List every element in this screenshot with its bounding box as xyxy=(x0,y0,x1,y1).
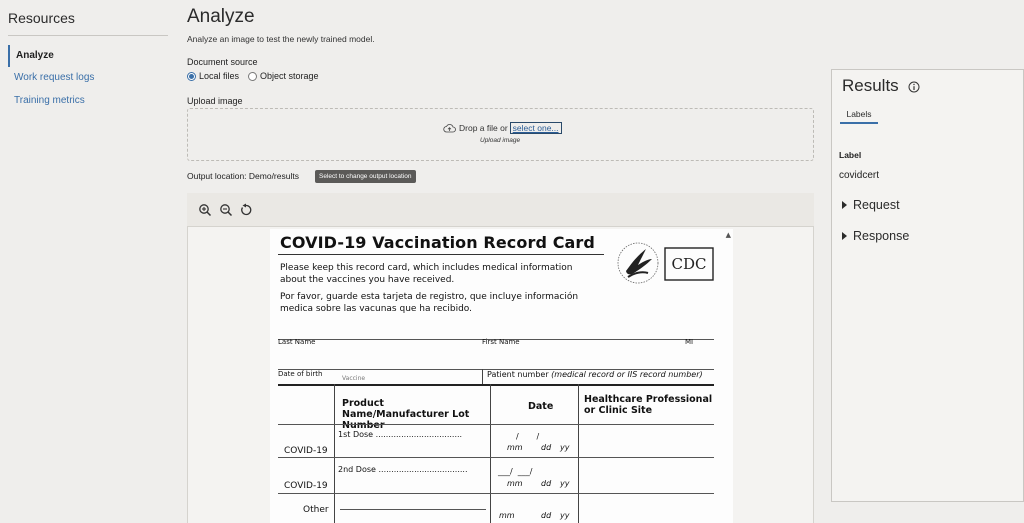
patient-number-text: Patient number xyxy=(487,370,549,379)
vaccine-column-header: Vaccine xyxy=(342,375,366,382)
sidebar-item-analyze[interactable]: Analyze xyxy=(8,45,158,67)
output-location-label: Output location: Demo/results xyxy=(187,171,299,181)
sidebar-divider xyxy=(8,35,168,36)
drop-text: Drop a file or xyxy=(459,123,508,133)
request-label: Request xyxy=(853,198,900,212)
first-name-label: First Name xyxy=(482,338,520,346)
row1-vaccine: COVID-19 xyxy=(284,446,328,456)
row1-rule xyxy=(278,457,714,458)
date-column-header: Date xyxy=(528,401,554,412)
product-column-header: Product Name/Manufacturer Lot Number xyxy=(342,398,470,431)
row1-dose: 1st Dose ...............................… xyxy=(338,430,463,439)
row2-dose: 2nd Dose ...............................… xyxy=(338,465,468,474)
radio-object-storage-control[interactable] xyxy=(248,71,258,81)
results-title: Results xyxy=(842,76,899,95)
label-heading: Label xyxy=(839,150,862,160)
zoom-out-icon[interactable] xyxy=(219,203,233,217)
row1-mm: mm xyxy=(507,443,523,452)
vaccination-card-image: COVID-19 Vaccination Record Card Please … xyxy=(270,229,733,523)
row1-date-slashes: / / xyxy=(516,432,540,441)
row2-rule xyxy=(278,493,714,494)
table-header-rule xyxy=(278,424,714,425)
resources-sidebar: Resources Analyze Work request logs Trai… xyxy=(0,0,178,523)
drop-line: Drop a file or select one... xyxy=(443,122,562,134)
table-top-rule xyxy=(278,384,714,386)
page-subtitle: Analyze an image to test the newly train… xyxy=(187,34,375,44)
dob-divider xyxy=(482,369,483,384)
label-value: covidcert xyxy=(839,170,880,181)
row2-date-slashes: ___/ ___/ xyxy=(498,467,533,476)
row1-yy: yy xyxy=(560,443,570,452)
radio-local-files-control[interactable] xyxy=(187,71,196,81)
row1-dd: dd xyxy=(541,443,552,452)
row3-line xyxy=(340,509,486,510)
row3-mm: mm xyxy=(499,511,515,520)
response-expander[interactable]: Response xyxy=(842,229,909,243)
site-column-header: Healthcare Professional or Clinic Site xyxy=(584,394,713,416)
sidebar-item-work-request-logs[interactable]: Work request logs xyxy=(8,67,158,89)
zoom-in-icon[interactable] xyxy=(198,203,212,217)
card-instructions-es: Por favor, guarde esta tarjeta de regist… xyxy=(280,292,579,314)
table-col-divider-1 xyxy=(334,384,335,523)
card-title-rule xyxy=(278,254,604,255)
upload-dropzone[interactable]: Drop a file or select one... Upload imag… xyxy=(187,108,814,161)
row3-vaccine: Other xyxy=(303,505,329,515)
change-output-location-button[interactable]: Select to change output location xyxy=(315,170,416,183)
sidebar-item-training-metrics[interactable]: Training metrics xyxy=(8,90,158,112)
patient-number-label: Patient number (medical record or IIS re… xyxy=(487,370,703,379)
row1-dose-label: 1st Dose xyxy=(338,430,374,439)
caret-right-icon xyxy=(842,201,847,209)
card-instructions-en: Please keep this record card, which incl… xyxy=(280,263,573,285)
select-file-link[interactable]: select one... xyxy=(509,122,562,134)
sidebar-title: Resources xyxy=(8,10,75,26)
scroll-up-arrow-icon[interactable]: ▲ xyxy=(726,231,731,239)
document-source-label: Document source xyxy=(187,57,258,67)
card-title: COVID-19 Vaccination Record Card xyxy=(280,233,595,252)
table-col-divider-3 xyxy=(578,384,579,523)
document-source-radio-group: Local files Object storage xyxy=(187,70,328,82)
row2-dose-label: 2nd Dose xyxy=(338,465,376,474)
row2-vaccine: COVID-19 xyxy=(284,481,328,491)
hhs-eagle-logo xyxy=(617,242,659,284)
cdc-logo: CDC xyxy=(664,247,714,281)
response-label: Response xyxy=(853,229,910,243)
image-viewer: COVID-19 Vaccination Record Card Please … xyxy=(187,193,814,523)
radio-object-storage-label: Object storage xyxy=(260,71,319,81)
cdc-logo-text: CDC xyxy=(672,255,707,273)
row2-dd: dd xyxy=(541,479,552,488)
row3-dd: dd xyxy=(541,511,552,520)
row2-yy: yy xyxy=(560,479,570,488)
patient-number-note: (medical record or IIS record number) xyxy=(551,370,703,379)
dob-label: Date of birth xyxy=(278,370,323,378)
reset-rotate-icon[interactable] xyxy=(239,203,253,217)
radio-local-files-label: Local files xyxy=(199,71,240,81)
viewer-toolbar xyxy=(187,193,814,226)
upload-caption: Upload image xyxy=(480,137,521,144)
row3-yy: yy xyxy=(560,511,570,520)
info-icon[interactable] xyxy=(908,81,920,93)
upload-image-label: Upload image xyxy=(187,96,243,106)
caret-right-icon xyxy=(842,232,847,240)
results-panel: Results Labels Label covidcert Request R… xyxy=(831,69,1024,502)
radio-local-files[interactable]: Local files xyxy=(187,71,239,81)
mi-label: MI xyxy=(685,338,694,346)
tab-labels[interactable]: Labels xyxy=(840,106,878,124)
request-expander[interactable]: Request xyxy=(842,198,900,212)
radio-object-storage[interactable]: Object storage xyxy=(248,71,319,81)
cloud-upload-icon xyxy=(443,123,456,132)
last-name-label: Last Name xyxy=(278,338,316,346)
page-title: Analyze xyxy=(187,6,255,27)
row2-mm: mm xyxy=(507,479,523,488)
document-canvas[interactable]: COVID-19 Vaccination Record Card Please … xyxy=(187,226,814,523)
